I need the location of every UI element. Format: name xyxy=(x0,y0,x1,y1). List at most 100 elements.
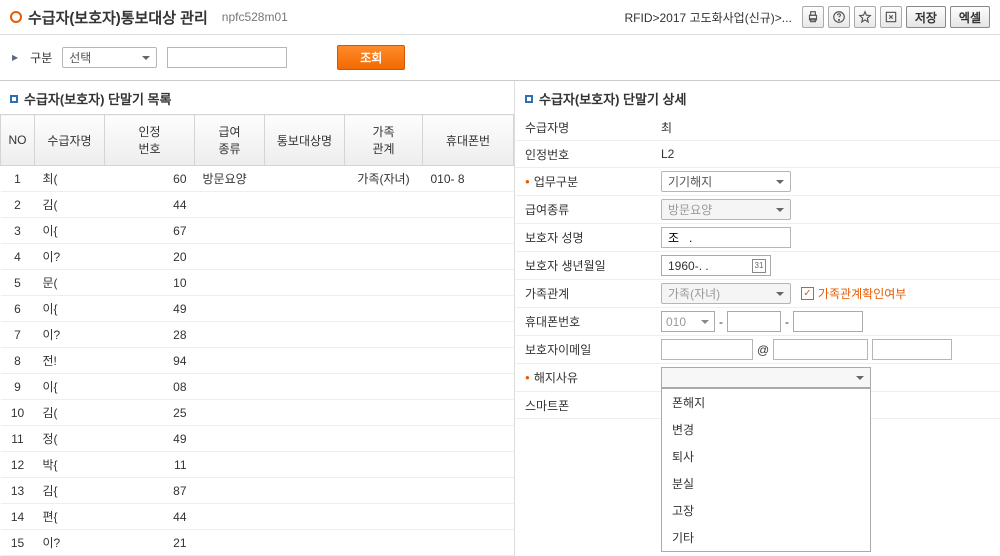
guardian-birth-date[interactable]: 1960-. . 31 xyxy=(661,255,771,276)
cancel-reason-select[interactable]: 폰해지변경퇴사분실고장기타 xyxy=(661,367,871,388)
cell-no: 14 xyxy=(1,504,35,530)
excel-button[interactable]: 엑셀 xyxy=(950,6,990,28)
table-row[interactable]: 13김{87 xyxy=(1,478,514,504)
cell-no: 2 xyxy=(1,192,35,218)
expand-icon-button[interactable] xyxy=(880,6,902,28)
cancel-reason-option[interactable]: 분실 xyxy=(662,470,870,497)
print-icon-button[interactable] xyxy=(802,6,824,28)
cell-type xyxy=(195,504,265,530)
table-row[interactable]: 2김(44 xyxy=(1,192,514,218)
filter-text-input[interactable] xyxy=(167,47,287,68)
cell-name: 정( xyxy=(35,426,105,452)
table-row[interactable]: 8전!94 xyxy=(1,348,514,374)
email-domain2-input[interactable] xyxy=(872,339,952,360)
phone-mid-input[interactable] xyxy=(727,311,781,332)
cell-phone xyxy=(423,296,514,322)
cell-target xyxy=(265,400,345,426)
cell-name: 문( xyxy=(35,270,105,296)
cell-phone xyxy=(423,244,514,270)
cell-rel xyxy=(345,400,423,426)
help-icon-button[interactable] xyxy=(828,6,850,28)
cell-phone xyxy=(423,400,514,426)
filter-type-select[interactable]: 선택 xyxy=(62,47,157,68)
cancel-reason-option[interactable]: 고장 xyxy=(662,497,870,524)
right-panel-title: 수급자(보호자) 단말기 상세 xyxy=(539,89,686,108)
cell-type xyxy=(195,218,265,244)
calendar-icon[interactable]: 31 xyxy=(752,259,766,273)
table-row[interactable]: 6이{49 xyxy=(1,296,514,322)
cancel-reason-option[interactable]: 폰해지 xyxy=(662,389,870,416)
family-rel-check[interactable]: ✓ 가족관계확인여부 xyxy=(801,285,906,302)
cell-num: 49 xyxy=(105,426,195,452)
table-row[interactable]: 4이?20 xyxy=(1,244,514,270)
cell-type xyxy=(195,452,265,478)
label-guardian-birth: 보호자 생년월일 xyxy=(525,257,606,274)
cell-rel xyxy=(345,426,423,452)
search-button[interactable]: 조회 xyxy=(337,45,405,70)
cell-phone xyxy=(423,478,514,504)
cell-rel xyxy=(345,322,423,348)
cell-target xyxy=(265,270,345,296)
cell-type xyxy=(195,322,265,348)
cell-no: 9 xyxy=(1,374,35,400)
cell-name: 이{ xyxy=(35,218,105,244)
cell-name: 최( xyxy=(35,166,105,192)
cell-num: 28 xyxy=(105,322,195,348)
cell-phone xyxy=(423,504,514,530)
table-row[interactable]: 7이?28 xyxy=(1,322,514,348)
cell-target xyxy=(265,218,345,244)
cell-target xyxy=(265,322,345,348)
table-row[interactable]: 10김(25 xyxy=(1,400,514,426)
phone-last-input[interactable] xyxy=(793,311,863,332)
guardian-name-input[interactable] xyxy=(661,227,791,248)
cell-phone xyxy=(423,374,514,400)
cancel-reason-option[interactable]: 퇴사 xyxy=(662,443,870,470)
label-recipient-name: 수급자명 xyxy=(525,119,569,136)
device-list-table: NO수급자명인정번호급여종류통보대상명가족관계휴대폰번 1최(60방문요양가족(… xyxy=(0,114,514,556)
star-icon-button[interactable] xyxy=(854,6,876,28)
table-row[interactable]: 15이?21 xyxy=(1,530,514,556)
cell-name: 이{ xyxy=(35,296,105,322)
cell-name: 이? xyxy=(35,244,105,270)
checkbox-icon: ✓ xyxy=(801,287,814,300)
cell-type xyxy=(195,400,265,426)
cell-target xyxy=(265,296,345,322)
cell-num: 20 xyxy=(105,244,195,270)
col-header: 수급자명 xyxy=(35,115,105,166)
cell-rel xyxy=(345,192,423,218)
cell-name: 전! xyxy=(35,348,105,374)
cell-phone xyxy=(423,530,514,556)
cell-phone xyxy=(423,348,514,374)
cell-target xyxy=(265,192,345,218)
table-row[interactable]: 14편{44 xyxy=(1,504,514,530)
save-button[interactable]: 저장 xyxy=(906,6,946,28)
table-row[interactable]: 3이{67 xyxy=(1,218,514,244)
col-header: 인정번호 xyxy=(105,115,195,166)
cancel-reason-option[interactable]: 변경 xyxy=(662,416,870,443)
col-header: NO xyxy=(1,115,35,166)
cell-no: 3 xyxy=(1,218,35,244)
label-email: 보호자이메일 xyxy=(525,341,591,358)
email-local-input[interactable] xyxy=(661,339,753,360)
table-row[interactable]: 12박{11 xyxy=(1,452,514,478)
job-type-select[interactable]: 기기해지 xyxy=(661,171,791,192)
cell-phone xyxy=(423,452,514,478)
table-row[interactable]: 5문(10 xyxy=(1,270,514,296)
email-domain-input[interactable] xyxy=(773,339,868,360)
page-title: 수급자(보호자)통보대상 관리 xyxy=(28,7,208,28)
cell-no: 8 xyxy=(1,348,35,374)
cell-no: 1 xyxy=(1,166,35,192)
cell-target xyxy=(265,530,345,556)
phone-prefix-select[interactable]: 010 xyxy=(661,311,715,332)
cell-target xyxy=(265,426,345,452)
cancel-reason-option[interactable]: 기타 xyxy=(662,524,870,551)
cell-name: 김( xyxy=(35,192,105,218)
table-row[interactable]: 1최(60방문요양가족(자녀)010- 8 xyxy=(1,166,514,192)
cell-rel xyxy=(345,270,423,296)
breadcrumb[interactable]: RFID>2017 고도화사업(신규)>... xyxy=(624,9,791,26)
cell-target xyxy=(265,374,345,400)
table-row[interactable]: 9이{08 xyxy=(1,374,514,400)
cell-target xyxy=(265,478,345,504)
table-row[interactable]: 11정(49 xyxy=(1,426,514,452)
cell-target xyxy=(265,504,345,530)
